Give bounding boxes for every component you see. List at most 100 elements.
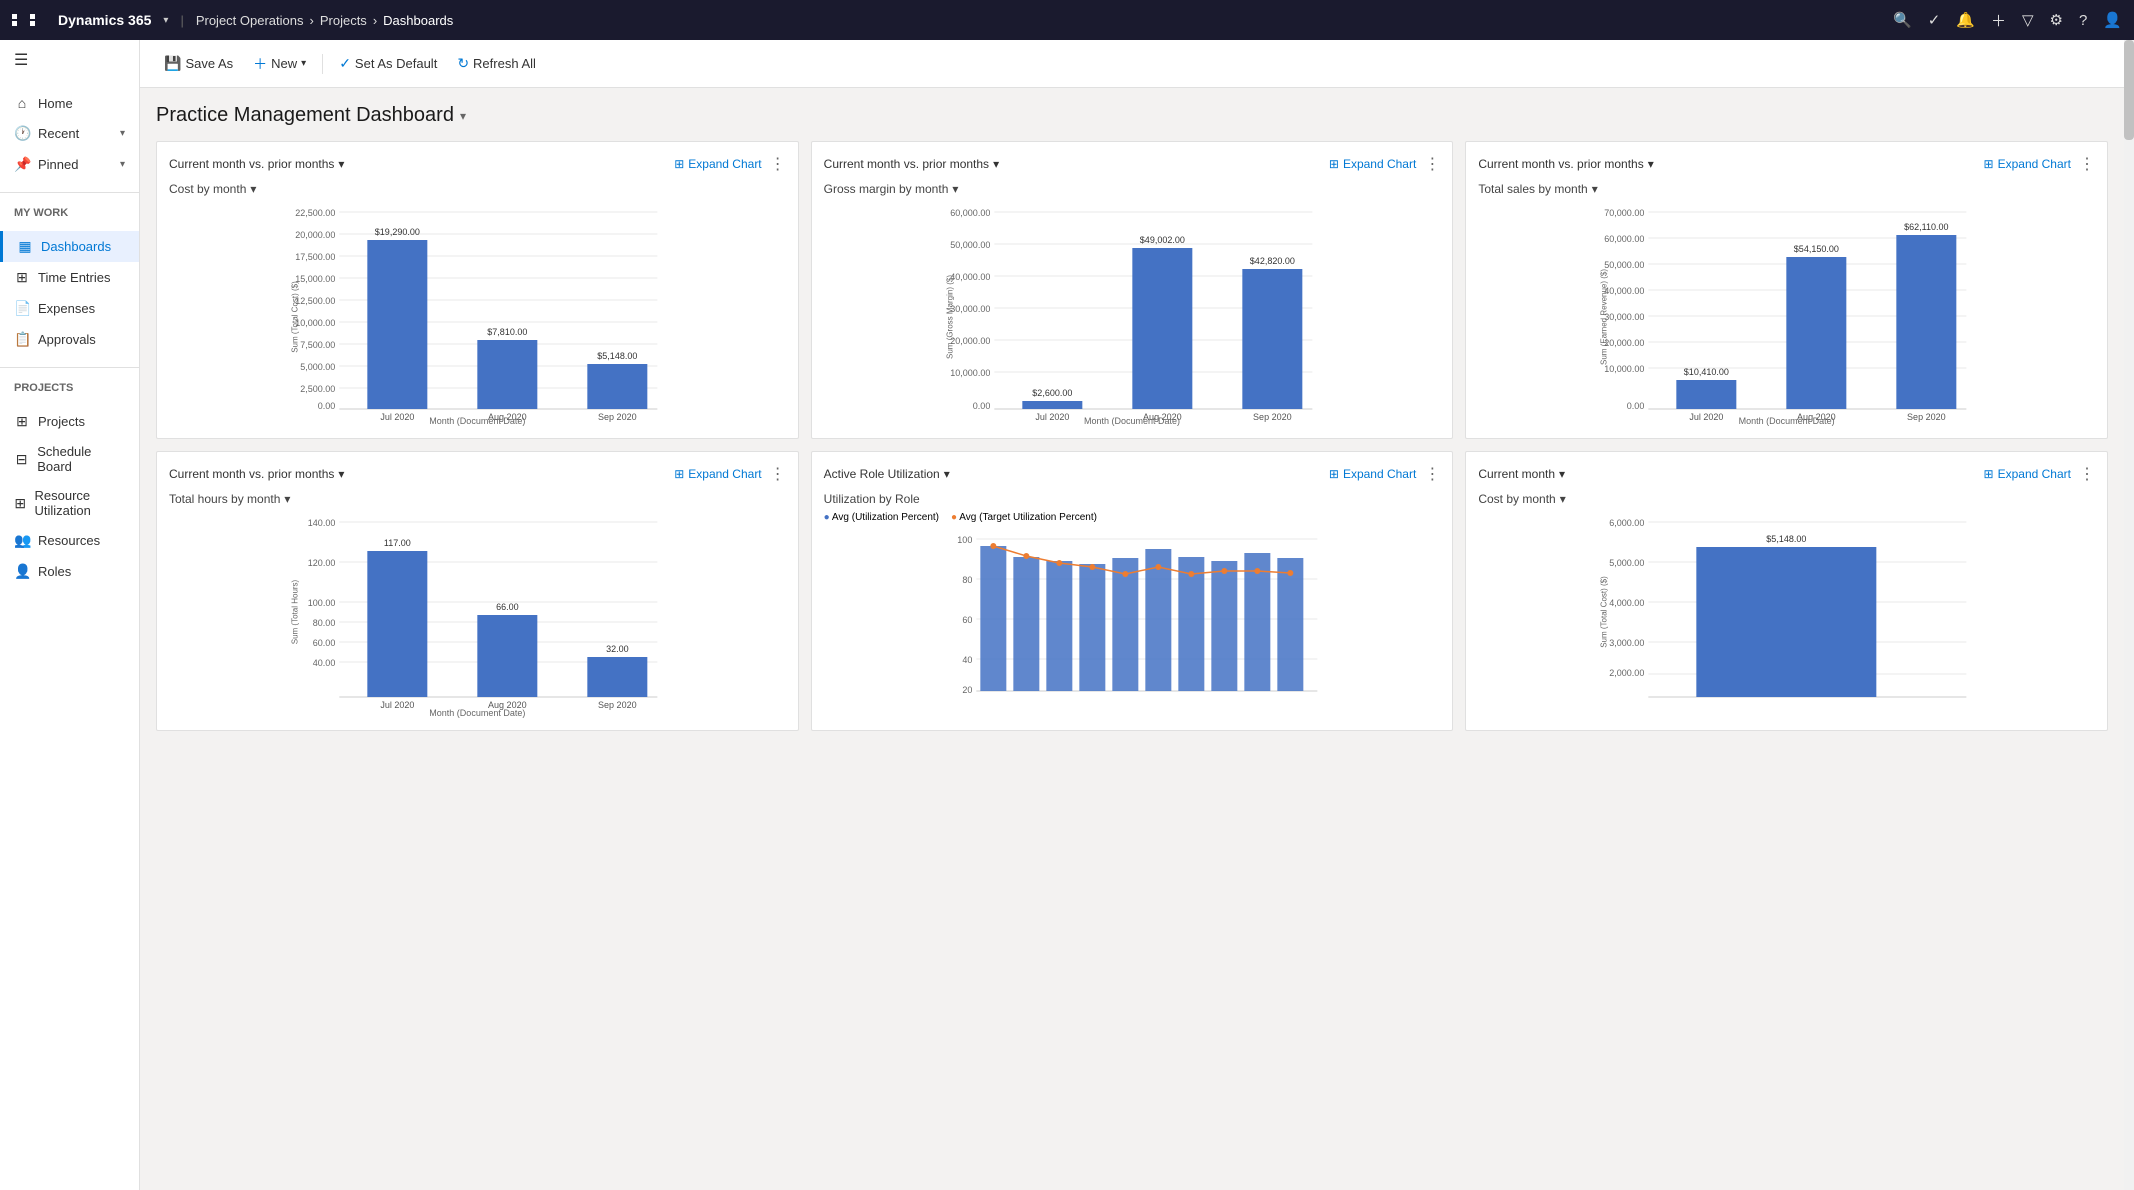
- breadcrumb-projects[interactable]: Projects: [320, 13, 367, 28]
- save-as-label: Save As: [185, 56, 233, 71]
- app-grid-icon[interactable]: [12, 14, 46, 26]
- sidebar-item-time-entries[interactable]: ⊞ Time Entries: [0, 262, 139, 293]
- expand-chart-3[interactable]: ⊞ Expand Chart: [1984, 157, 2071, 171]
- sidebar-item-resource-utilization[interactable]: ⊞ Resource Utilization: [0, 481, 139, 525]
- svg-text:$42,820.00: $42,820.00: [1249, 256, 1294, 266]
- breadcrumb-project-operations[interactable]: Project Operations: [196, 13, 304, 28]
- expand-icon-3: ⊞: [1984, 157, 1994, 171]
- home-icon: ⌂: [14, 95, 30, 111]
- sidebar-resources-label: Resources: [38, 533, 100, 548]
- sidebar-item-roles[interactable]: 👤 Roles: [0, 556, 139, 587]
- svg-text:10,000.00: 10,000.00: [295, 318, 335, 328]
- more-options-2[interactable]: ⋮: [1424, 154, 1440, 174]
- chart-filter-3[interactable]: Current month vs. prior months ▾: [1478, 157, 1653, 171]
- svg-text:80.00: 80.00: [313, 618, 336, 628]
- svg-text:22,500.00: 22,500.00: [295, 208, 335, 218]
- refresh-all-button[interactable]: ↻ Refresh All: [449, 50, 544, 77]
- subtitle-chevron-3: ▾: [1592, 182, 1598, 196]
- refresh-icon: ↻: [457, 55, 469, 72]
- help-icon[interactable]: ?: [2079, 12, 2087, 29]
- chart-filter-chevron-2: ▾: [993, 157, 999, 171]
- scrollbar-track[interactable]: [2124, 40, 2134, 1190]
- recent-icon: 🕐: [14, 125, 30, 142]
- more-options-3[interactable]: ⋮: [2079, 154, 2095, 174]
- svg-text:10,000.00: 10,000.00: [950, 368, 990, 378]
- breadcrumb: Project Operations › Projects › Dashboar…: [196, 13, 453, 28]
- filter-icon[interactable]: ▽: [2022, 11, 2034, 29]
- sidebar-item-resources[interactable]: 👥 Resources: [0, 525, 139, 556]
- svg-text:0.00: 0.00: [972, 401, 990, 411]
- resources-icon: 👥: [14, 532, 30, 549]
- expand-chart-2[interactable]: ⊞ Expand Chart: [1329, 157, 1416, 171]
- more-options-4[interactable]: ⋮: [770, 464, 786, 484]
- chart-header-4: Current month vs. prior months ▾ ⊞ Expan…: [169, 464, 786, 484]
- chart-filter-chevron-5: ▾: [944, 467, 950, 481]
- chart-filter-label-1: Current month vs. prior months: [169, 157, 334, 171]
- more-options-6[interactable]: ⋮: [2079, 464, 2095, 484]
- save-as-button[interactable]: 💾 Save As: [156, 50, 241, 77]
- search-icon[interactable]: 🔍: [1893, 11, 1912, 29]
- sidebar-item-pinned[interactable]: 📌 Pinned ▾: [0, 149, 139, 180]
- sidebar-item-approvals[interactable]: 📋 Approvals: [0, 324, 139, 355]
- chart-filter-6[interactable]: Current month ▾: [1478, 467, 1565, 481]
- hamburger-icon[interactable]: ☰: [0, 40, 139, 80]
- svg-text:40: 40: [962, 655, 972, 665]
- svg-text:$62,110.00: $62,110.00: [1904, 222, 1948, 232]
- expand-chart-6[interactable]: ⊞ Expand Chart: [1984, 467, 2071, 481]
- sidebar-item-home[interactable]: ⌂ Home: [0, 88, 139, 118]
- sidebar-item-expenses[interactable]: 📄 Expenses: [0, 293, 139, 324]
- chart-filter-chevron-3: ▾: [1648, 157, 1654, 171]
- dashboard-title-chevron-icon[interactable]: ▾: [460, 109, 466, 123]
- sidebar-home-label: Home: [38, 96, 73, 111]
- my-work-section: ▦ Dashboards ⊞ Time Entries 📄 Expenses 📋…: [0, 223, 139, 363]
- nav-separator: |: [180, 13, 183, 28]
- pinned-chevron-icon: ▾: [120, 159, 125, 170]
- user-icon[interactable]: 👤: [2103, 11, 2122, 29]
- new-button[interactable]: ＋ New ▾: [245, 49, 314, 79]
- chart-subtitle-2: Gross margin by month ▾: [824, 182, 1441, 196]
- more-options-5[interactable]: ⋮: [1424, 464, 1440, 484]
- chart-header-2: Current month vs. prior months ▾ ⊞ Expan…: [824, 154, 1441, 174]
- chart-svg-cost2: 6,000.00 5,000.00 4,000.00 3,000.00 2,00…: [1478, 512, 2095, 712]
- plus-icon[interactable]: ＋: [1991, 10, 2006, 31]
- projects-icon: ⊞: [14, 413, 30, 430]
- brand-name[interactable]: Dynamics 365: [58, 12, 151, 28]
- sidebar-item-dashboards[interactable]: ▦ Dashboards: [0, 231, 139, 262]
- chart-filter-2[interactable]: Current month vs. prior months ▾: [824, 157, 999, 171]
- brand-chevron[interactable]: ▾: [163, 15, 168, 26]
- chart-svg-sales: 70,000.00 60,000.00 50,000.00 40,000.00 …: [1478, 202, 2095, 426]
- chart-filter-4[interactable]: Current month vs. prior months ▾: [169, 467, 344, 481]
- svg-text:2,500.00: 2,500.00: [300, 384, 335, 394]
- set-default-button[interactable]: ✓ Set As Default: [331, 50, 445, 77]
- chart-filter-5[interactable]: Active Role Utilization ▾: [824, 467, 950, 481]
- more-options-1[interactable]: ⋮: [770, 154, 786, 174]
- sidebar-item-recent[interactable]: 🕐 Recent ▾: [0, 118, 139, 149]
- svg-text:5,000.00: 5,000.00: [1610, 558, 1645, 568]
- chart-header-3: Current month vs. prior months ▾ ⊞ Expan…: [1478, 154, 2095, 174]
- chart-svg-hours: 140.00 120.00 100.00 80.00 60.00 40.00: [169, 512, 786, 718]
- settings-icon[interactable]: ⚙: [2050, 11, 2063, 29]
- subtitle-chevron-1: ▾: [250, 182, 256, 196]
- chart-actions-4: ⊞ Expand Chart ⋮: [674, 464, 785, 484]
- chart-filter-1[interactable]: Current month vs. prior months ▾: [169, 157, 344, 171]
- svg-text:Sum (Total Cost) ($): Sum (Total Cost) ($): [290, 281, 299, 353]
- bell-icon[interactable]: 🔔: [1956, 11, 1975, 29]
- expand-chart-5[interactable]: ⊞ Expand Chart: [1329, 467, 1416, 481]
- sidebar-item-schedule-board[interactable]: ⊟ Schedule Board: [0, 437, 139, 481]
- x-axis-label-1: Month (Document Date): [169, 416, 786, 426]
- svg-text:60,000.00: 60,000.00: [1605, 234, 1645, 244]
- scrollbar-thumb[interactable]: [2124, 40, 2134, 140]
- sidebar-item-projects[interactable]: ⊞ Projects: [0, 406, 139, 437]
- svg-text:20,000.00: 20,000.00: [950, 336, 990, 346]
- chart-filter-label-4: Current month vs. prior months: [169, 467, 334, 481]
- expand-chart-1[interactable]: ⊞ Expand Chart: [674, 157, 761, 171]
- sidebar-divider-2: [0, 367, 139, 368]
- chart-svg-cost: 22,500.00 20,000.00 17,500.00 15,000.00 …: [169, 202, 786, 426]
- chart-grid-row1: Current month vs. prior months ▾ ⊞ Expan…: [156, 141, 2108, 439]
- expand-chart-4[interactable]: ⊞ Expand Chart: [674, 467, 761, 481]
- checklist-icon[interactable]: ✓: [1928, 11, 1941, 29]
- expand-icon-6: ⊞: [1984, 467, 1994, 481]
- sidebar-dashboards-label: Dashboards: [41, 239, 111, 254]
- expand-icon-1: ⊞: [674, 157, 684, 171]
- chart-header-6: Current month ▾ ⊞ Expand Chart ⋮: [1478, 464, 2095, 484]
